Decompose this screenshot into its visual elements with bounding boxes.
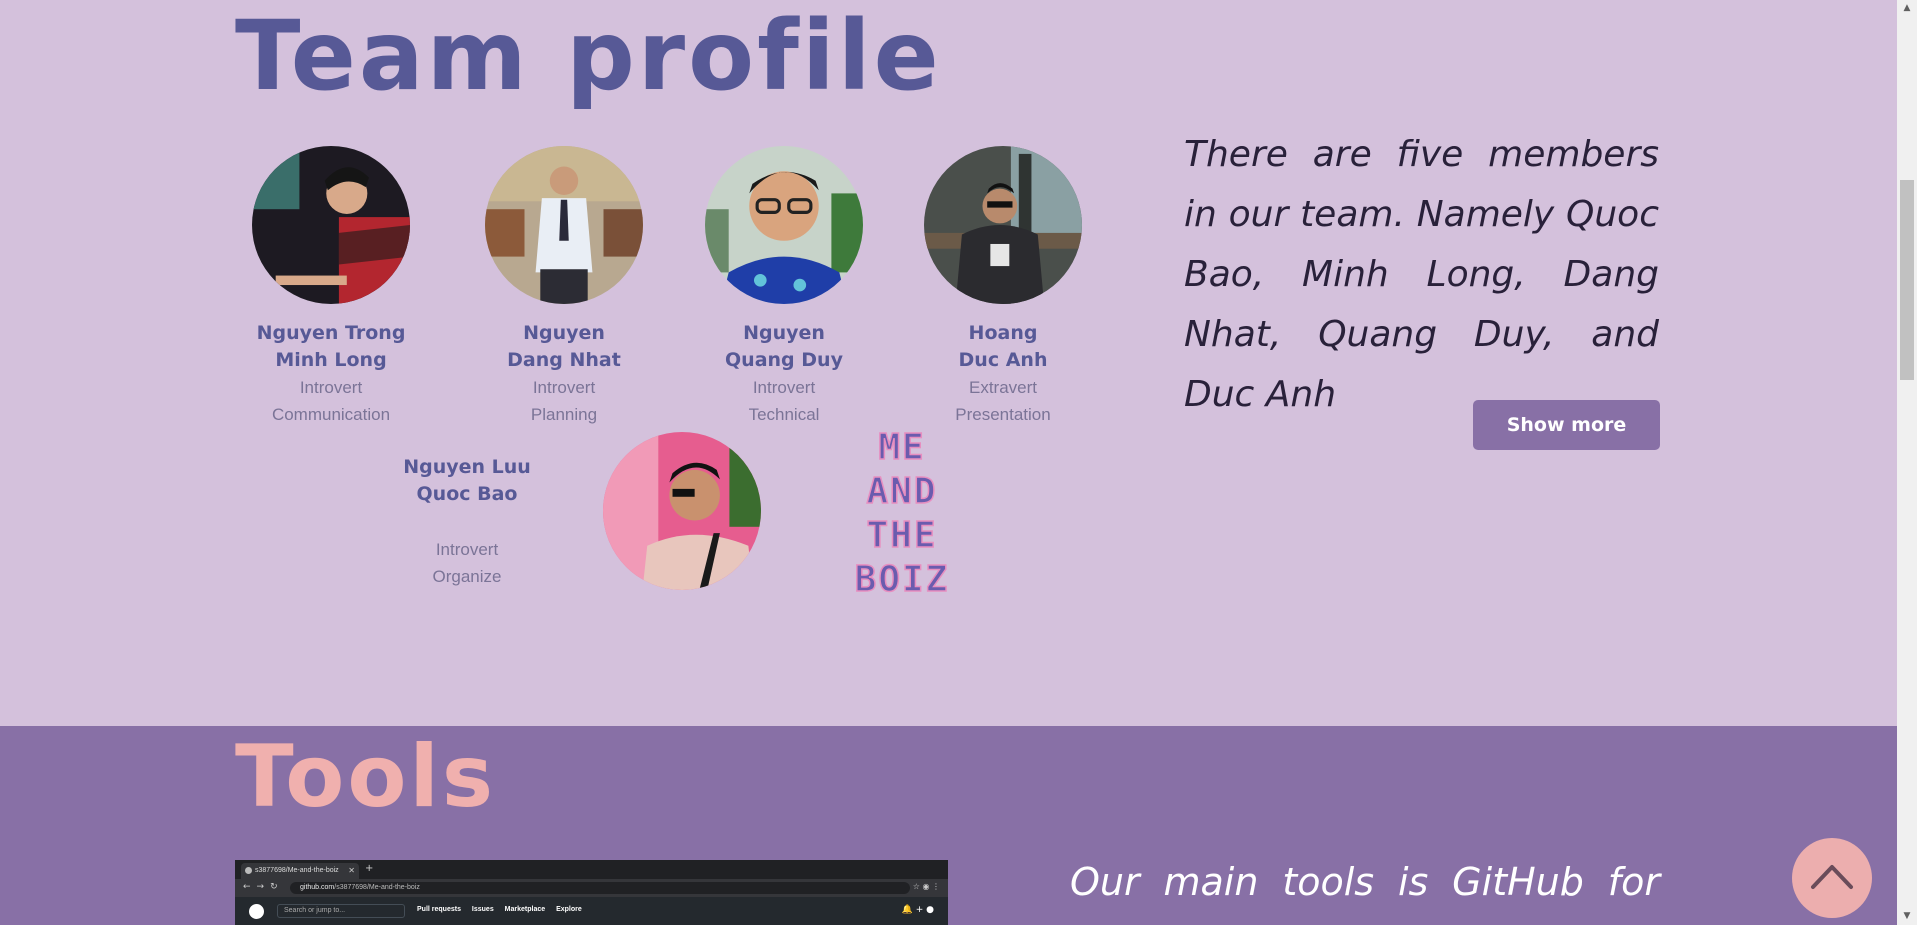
- github-screenshot: s3877698/Me-and-the-boiz ✕ + ←→↻ github.…: [235, 860, 948, 925]
- github-nav-link: Explore: [556, 906, 582, 913]
- browser-tab-title: s3877698/Me-and-the-boiz: [255, 867, 339, 874]
- member-name: Nguyen Quang Duy: [725, 322, 843, 371]
- github-nav-link: Issues: [471, 906, 494, 913]
- member-personality: Introvert: [752, 378, 816, 397]
- github-search: Search or jump to...: [277, 904, 405, 918]
- member-skill: Planning: [530, 405, 598, 424]
- github-logo-icon: [249, 904, 264, 919]
- me-and-the-boiz-logo: ME AND THE BOIZ: [854, 426, 950, 601]
- member-skill: Communication: [271, 405, 391, 424]
- member-card-dang-nhat: Nguyen Dang Nhat Introvert Planning: [464, 146, 664, 428]
- browser-nav-icons: ←→↻: [243, 882, 284, 892]
- plus-icon: +: [365, 863, 374, 874]
- close-icon: ✕: [348, 866, 355, 875]
- member-name: Nguyen Dang Nhat: [507, 322, 621, 371]
- browser-address-bar: ←→↻ github.com/s3877698/Me-and-the-boiz …: [235, 879, 948, 897]
- browser-tab: s3877698/Me-and-the-boiz ✕: [241, 863, 359, 879]
- member-photo: [252, 146, 410, 304]
- member-personality: Extravert: [968, 378, 1038, 397]
- bell-icon: 🔔 + ●: [901, 905, 934, 915]
- member-personality: Introvert: [299, 378, 363, 397]
- page-scrollbar[interactable]: ▲ ▼: [1897, 0, 1917, 925]
- github-header: Search or jump to... Pull requests Issue…: [235, 897, 948, 925]
- url-host: github.com: [300, 884, 335, 891]
- member-photo: [705, 146, 863, 304]
- member-card-minh-long: Nguyen Trong Minh Long Introvert Communi…: [231, 146, 431, 428]
- tools-title: Tools: [235, 727, 497, 827]
- member-personality: Introvert: [435, 540, 499, 559]
- avatar: [924, 146, 1082, 304]
- chevron-up-icon: [1811, 865, 1853, 889]
- github-favicon-icon: [245, 867, 252, 874]
- member-name: Hoang Duc Anh: [958, 322, 1048, 371]
- back-to-top-button[interactable]: [1792, 838, 1872, 918]
- avatar: [603, 432, 761, 590]
- browser-tab-bar: s3877698/Me-and-the-boiz ✕ +: [235, 860, 948, 879]
- member-card-duc-anh: Hoang Duc Anh Extravert Presentation: [903, 146, 1103, 428]
- member-skill: Presentation: [955, 405, 1051, 424]
- member-skill: Organize: [432, 567, 502, 586]
- member-name: Nguyen Trong Minh Long: [256, 322, 406, 371]
- github-nav-link: Marketplace: [504, 906, 546, 913]
- scroll-up-arrow-icon[interactable]: ▲: [1897, 0, 1917, 17]
- team-profile-section: Team profile Nguyen Trong Minh Long Intr…: [0, 0, 1897, 726]
- avatar: [705, 146, 863, 304]
- member-card-quoc-bao: Nguyen Luu Quoc Bao Introvert Organize: [385, 454, 549, 590]
- team-description: There are five members in our team. Name…: [1184, 134, 1659, 415]
- member-name: Nguyen Luu Quoc Bao: [403, 456, 531, 505]
- member-photo: [924, 146, 1082, 304]
- url-path: /s3877698/Me-and-the-boiz: [334, 884, 420, 891]
- avatar: [485, 146, 643, 304]
- member-card-quang-duy: Nguyen Quang Duy Introvert Technical: [684, 146, 884, 428]
- show-more-button[interactable]: Show more: [1473, 400, 1660, 450]
- member-personality: Introvert: [532, 378, 596, 397]
- tools-section: Tools s3877698/Me-and-the-boiz ✕ + ←→↻ g…: [0, 726, 1897, 925]
- github-nav-links: Pull requests Issues Marketplace Explore: [417, 906, 591, 913]
- team-profile-title: Team profile: [235, 0, 942, 112]
- browser-url: github.com/s3877698/Me-and-the-boiz: [290, 882, 910, 894]
- member-photo: [485, 146, 643, 304]
- tools-description: Our main tools is GitHub for: [1070, 860, 1660, 904]
- github-nav-link: Pull requests: [417, 906, 461, 913]
- member-skill: Technical: [748, 405, 820, 424]
- extension-icons: ☆ ◉ ⋮: [912, 882, 940, 891]
- member-photo: [603, 432, 761, 590]
- avatar: [252, 146, 410, 304]
- scroll-down-arrow-icon[interactable]: ▼: [1897, 908, 1917, 925]
- scrollbar-thumb[interactable]: [1900, 180, 1914, 380]
